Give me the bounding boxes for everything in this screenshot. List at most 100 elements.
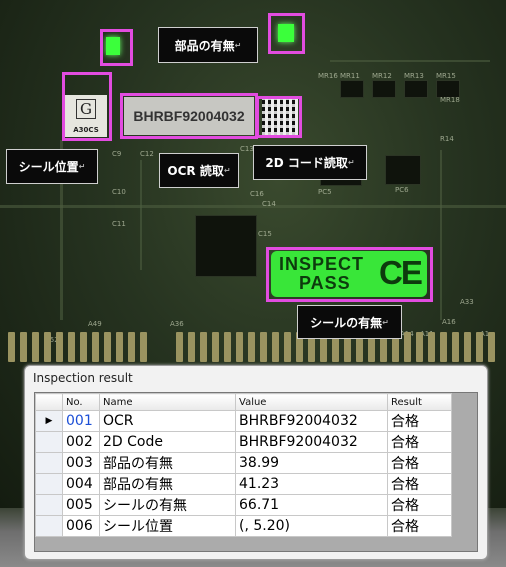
connector-pin bbox=[200, 332, 207, 362]
connector-pin bbox=[44, 332, 51, 362]
silk-label: A33 bbox=[460, 298, 474, 306]
table-row[interactable]: 004 部品の有無 41.23 合格 bbox=[35, 473, 452, 495]
result-table: No. Name Value Result ▶ 001 OCR BHRBF920… bbox=[35, 393, 452, 537]
connector-pin bbox=[476, 332, 483, 362]
table-row[interactable]: ▶ 001 OCR BHRBF92004032 合格 bbox=[35, 410, 452, 432]
connector-pin bbox=[128, 332, 135, 362]
connector-pin bbox=[404, 332, 411, 362]
table-row[interactable]: 005 シールの有無 66.71 合格 bbox=[35, 494, 452, 516]
table-row[interactable]: 003 部品の有無 38.99 合格 bbox=[35, 452, 452, 474]
silk-label: A16 bbox=[442, 318, 456, 326]
connector-pin bbox=[188, 332, 195, 362]
silk-label: C9 bbox=[112, 150, 122, 158]
silk-label: MR12 bbox=[372, 72, 392, 80]
silk-label: C14 bbox=[262, 200, 276, 208]
cell-no[interactable]: 001 bbox=[62, 410, 100, 432]
callout-seal-position: シール位置 ↵ bbox=[6, 149, 98, 184]
cell-value[interactable]: 41.23 bbox=[235, 473, 388, 495]
connector-pin bbox=[212, 332, 219, 362]
connector-pin bbox=[464, 332, 471, 362]
connector-pin bbox=[428, 332, 435, 362]
cell-name[interactable]: 2D Code bbox=[99, 431, 236, 453]
cell-value[interactable]: (, 5.20) bbox=[235, 515, 388, 537]
connector-pin bbox=[116, 332, 123, 362]
silk-label: MR11 bbox=[340, 72, 360, 80]
connector-pin bbox=[260, 332, 267, 362]
silk-label: R14 bbox=[440, 135, 454, 143]
connector-pin bbox=[8, 332, 15, 362]
highlight-part-1 bbox=[100, 29, 133, 66]
cell-value[interactable]: 66.71 bbox=[235, 494, 388, 516]
cell-no[interactable]: 005 bbox=[62, 494, 100, 516]
connector-pin bbox=[452, 332, 459, 362]
cell-name[interactable]: シールの有無 bbox=[99, 494, 236, 516]
connector-pin bbox=[416, 332, 423, 362]
connector-pin bbox=[440, 332, 447, 362]
connector-pin bbox=[56, 332, 63, 362]
connector-pin bbox=[272, 332, 279, 362]
cell-result[interactable]: 合格 bbox=[387, 473, 452, 495]
silk-label: C16 bbox=[250, 190, 264, 198]
cell-no[interactable]: 003 bbox=[62, 452, 100, 474]
highlight-part-2 bbox=[268, 13, 305, 54]
silk-label: MR15 bbox=[436, 72, 456, 80]
connector-pin bbox=[104, 332, 111, 362]
cell-name[interactable]: シール位置 bbox=[99, 515, 236, 537]
cell-result[interactable]: 合格 bbox=[387, 410, 452, 432]
cell-no[interactable]: 004 bbox=[62, 473, 100, 495]
inspection-result-panel: Inspection result No. Name Value Result … bbox=[24, 365, 488, 560]
row-header-corner bbox=[35, 393, 63, 411]
connector-pin bbox=[92, 332, 99, 362]
connector-pin bbox=[488, 332, 495, 362]
silk-label: PC6 bbox=[395, 186, 409, 194]
row-selector[interactable] bbox=[35, 494, 63, 516]
panel-title: Inspection result bbox=[33, 371, 133, 385]
highlight-ocr bbox=[120, 93, 258, 139]
col-header-no[interactable]: No. bbox=[62, 393, 100, 411]
cell-value[interactable]: BHRBF92004032 bbox=[235, 410, 388, 432]
row-selector[interactable] bbox=[35, 515, 63, 537]
silk-label: A49 bbox=[88, 320, 102, 328]
row-selector-icon[interactable]: ▶ bbox=[35, 410, 63, 432]
result-grid[interactable]: No. Name Value Result ▶ 001 OCR BHRBF920… bbox=[34, 392, 478, 552]
silk-label: MR16 bbox=[318, 72, 338, 80]
row-selector[interactable] bbox=[35, 473, 63, 495]
silk-label: C11 bbox=[112, 220, 126, 228]
row-selector[interactable] bbox=[35, 431, 63, 453]
silk-label: C15 bbox=[258, 230, 272, 238]
silk-label: C12 bbox=[140, 150, 154, 158]
cell-result[interactable]: 合格 bbox=[387, 515, 452, 537]
connector-pin bbox=[176, 332, 183, 362]
table-row[interactable]: 006 シール位置 (, 5.20) 合格 bbox=[35, 515, 452, 537]
callout-seal-presence: シールの有無 ↵ bbox=[297, 305, 402, 339]
cell-result[interactable]: 合格 bbox=[387, 431, 452, 453]
silk-label: MR18 bbox=[440, 96, 460, 104]
connector-pin bbox=[236, 332, 243, 362]
cell-name[interactable]: 部品の有無 bbox=[99, 473, 236, 495]
cell-result[interactable]: 合格 bbox=[387, 452, 452, 474]
silk-label: A36 bbox=[170, 320, 184, 328]
table-row[interactable]: 002 2D Code BHRBF92004032 合格 bbox=[35, 431, 452, 453]
silk-label: MR13 bbox=[404, 72, 424, 80]
row-selector[interactable] bbox=[35, 452, 63, 474]
cell-result[interactable]: 合格 bbox=[387, 494, 452, 516]
connector-pin bbox=[284, 332, 291, 362]
col-header-result[interactable]: Result bbox=[387, 393, 452, 411]
cell-no[interactable]: 002 bbox=[62, 431, 100, 453]
connector-pin bbox=[140, 332, 147, 362]
silk-label: PC5 bbox=[318, 188, 332, 196]
cell-value[interactable]: 38.99 bbox=[235, 452, 388, 474]
highlight-seal-presence bbox=[266, 247, 433, 302]
highlight-2d-code bbox=[256, 96, 302, 138]
silk-label: C13 bbox=[240, 145, 254, 153]
connector-pin bbox=[20, 332, 27, 362]
callout-parts: 部品の有無 ↵ bbox=[158, 27, 258, 63]
col-header-name[interactable]: Name bbox=[99, 393, 236, 411]
cell-name[interactable]: 部品の有無 bbox=[99, 452, 236, 474]
cell-value[interactable]: BHRBF92004032 bbox=[235, 431, 388, 453]
callout-2d-code: 2D コード読取 ↵ bbox=[253, 145, 367, 180]
cell-no[interactable]: 006 bbox=[62, 515, 100, 537]
col-header-value[interactable]: Value bbox=[235, 393, 388, 411]
cell-name[interactable]: OCR bbox=[99, 410, 236, 432]
connector-pin bbox=[32, 332, 39, 362]
